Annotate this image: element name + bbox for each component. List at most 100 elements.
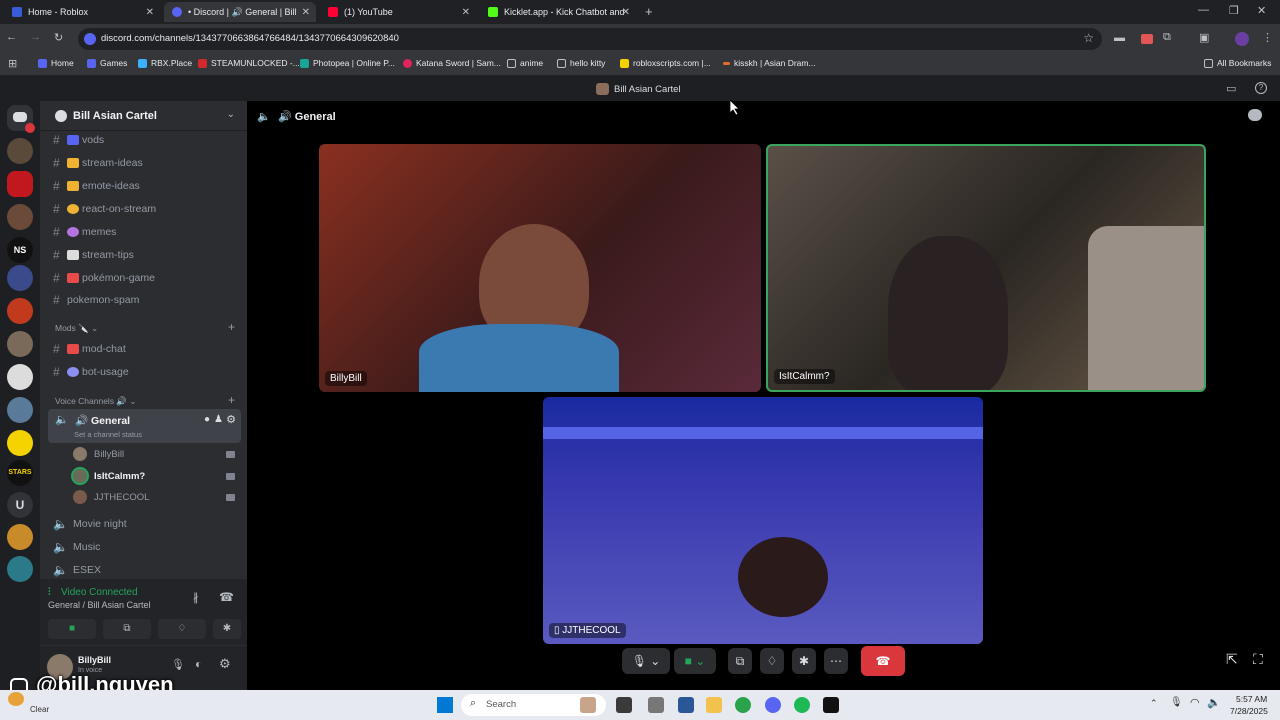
bookmark-photopea[interactable]: Photopea | Online P... xyxy=(300,58,395,68)
taskbar-app-icon[interactable] xyxy=(823,697,839,713)
bookmark-folder-hello-kitty[interactable]: hello kitty xyxy=(557,58,605,68)
server-icon-10[interactable] xyxy=(7,430,33,456)
microphone-icon[interactable]: 🎙 xyxy=(171,658,185,671)
channel-react-on-stream[interactable]: # react-on-stream xyxy=(53,202,156,216)
apps-grid-icon[interactable]: ⊞ xyxy=(8,57,17,70)
popout-icon[interactable]: ⇱ xyxy=(1226,651,1238,668)
invite-icon[interactable]: ♟ xyxy=(214,414,223,425)
server-icon-7[interactable] xyxy=(7,331,33,357)
bookmark-robloxscripts[interactable]: robloxscripts.com |... xyxy=(620,58,711,68)
chevron-up-icon[interactable]: ⌃ xyxy=(1150,698,1158,709)
soundboard-button[interactable]: ✱ xyxy=(792,648,816,674)
add-channel-icon[interactable]: + xyxy=(228,320,235,334)
more-options-button[interactable]: ⋯ xyxy=(824,648,848,674)
taskbar-app-avatar-icon[interactable] xyxy=(580,697,596,713)
bookmark-katana[interactable]: Katana Sword | Sam... xyxy=(403,58,501,68)
site-info-icon[interactable] xyxy=(84,33,96,45)
bookmark-games[interactable]: Games xyxy=(87,58,127,68)
screen-share-button[interactable]: ⧉ xyxy=(728,648,752,674)
chat-toggle-icon[interactable] xyxy=(1248,109,1262,121)
voice-channel-general[interactable]: 🔈 🔊 General Set a channel status ● ♟ ⚙ xyxy=(48,409,241,443)
voice-channel-movie-night[interactable]: 🔈 Movie night xyxy=(53,517,127,531)
volume-icon[interactable]: 🔈 xyxy=(1207,696,1221,709)
video-tile-jjthecool[interactable]: ▯ JJTHECOOL xyxy=(543,397,983,644)
channel-mod-chat[interactable]: # mod-chat xyxy=(53,342,126,356)
settings-gear-icon[interactable]: ⚙ xyxy=(226,413,236,426)
weather-icon[interactable] xyxy=(8,692,24,706)
add-channel-icon[interactable]: + xyxy=(228,393,235,407)
wifi-icon[interactable]: ◠ xyxy=(1190,696,1200,709)
video-tile-isitcalmm[interactable]: IsItCalmm? xyxy=(766,144,1206,392)
new-tab-icon[interactable]: + xyxy=(645,4,653,19)
server-icon-2[interactable] xyxy=(7,171,33,197)
noise-suppression-icon[interactable]: ∦ xyxy=(193,591,199,604)
soundboard-button[interactable]: ✱ xyxy=(213,619,241,639)
bookmark-kisskh[interactable]: kisskh | Asian Dram... xyxy=(723,58,816,68)
microphone-tray-icon[interactable]: 🎙 xyxy=(1170,697,1183,708)
disconnect-icon[interactable]: ☎ xyxy=(219,590,234,604)
tab-kicklet[interactable]: Kicklet.app - Kick Chatbot and ✕ xyxy=(480,2,636,22)
taskbar-app-icon[interactable] xyxy=(648,697,664,713)
channel-vods[interactable]: # vods xyxy=(53,133,104,147)
camera-button[interactable]: ■ ⌄ xyxy=(674,648,716,674)
bookmark-star-icon[interactable]: ☆ xyxy=(1083,31,1094,45)
tab-roblox[interactable]: Home - Roblox ✕ xyxy=(4,2,160,22)
bookmark-home[interactable]: Home xyxy=(38,58,74,68)
extension-icon[interactable]: ▬ xyxy=(1114,32,1125,44)
category-voice-channels[interactable]: Voice Channels 🔊 ⌄ xyxy=(55,396,137,407)
direct-messages-icon[interactable] xyxy=(7,105,35,133)
inbox-icon[interactable]: ▭ xyxy=(1226,82,1236,95)
server-icon-8[interactable] xyxy=(7,364,33,390)
close-tab-icon[interactable]: ✕ xyxy=(622,7,630,18)
channel-memes[interactable]: # memes xyxy=(53,225,116,239)
user-settings-gear-icon[interactable]: ⚙ xyxy=(219,656,231,672)
camera-toggle-button[interactable]: ■ xyxy=(48,619,96,639)
bookmark-folder-anime[interactable]: anime xyxy=(507,58,543,68)
server-icon-9[interactable] xyxy=(7,397,33,423)
back-icon[interactable]: ← xyxy=(6,31,17,43)
channel-bot-usage[interactable]: # bot-usage xyxy=(53,365,129,379)
end-call-button[interactable]: ☎ xyxy=(861,646,905,676)
screen-share-button[interactable]: ⧉ xyxy=(103,619,151,639)
video-tile-billybill[interactable]: BillyBill xyxy=(319,144,761,392)
voice-user-billybill[interactable]: BillyBill xyxy=(73,447,124,461)
windows-start-icon[interactable] xyxy=(437,697,453,713)
channel-pokemon-game[interactable]: # pokémon-game xyxy=(53,271,155,285)
help-icon[interactable]: ? xyxy=(1255,82,1267,94)
activities-button[interactable]: ♢ xyxy=(760,648,784,674)
voice-channel-music[interactable]: 🔈 Music xyxy=(53,540,100,554)
all-bookmarks-folder[interactable]: All Bookmarks xyxy=(1204,58,1271,68)
microphone-button[interactable]: 🎙 ⌄ xyxy=(622,648,670,674)
file-explorer-icon[interactable] xyxy=(706,697,722,713)
server-icon-3[interactable] xyxy=(7,204,33,230)
url-input[interactable]: discord.com/channels/1343770663864766484… xyxy=(78,28,1102,50)
activities-button[interactable]: ♢ xyxy=(158,619,206,639)
voice-user-isitcalmm[interactable]: IsItCalmm? xyxy=(73,469,145,483)
close-tab-icon[interactable]: ✕ xyxy=(146,7,154,18)
chrome-icon[interactable] xyxy=(735,697,751,713)
fullscreen-icon[interactable]: ⛶ xyxy=(1253,651,1263,668)
headphones-icon[interactable]: ◐ xyxy=(195,657,202,671)
server-icon-14[interactable] xyxy=(7,556,33,582)
channel-pokemon-spam[interactable]: # pokemon-spam xyxy=(53,293,139,307)
forward-icon[interactable]: → xyxy=(30,31,41,43)
server-icon-1[interactable] xyxy=(7,138,33,164)
chat-bubble-icon[interactable]: ● xyxy=(204,414,210,425)
channel-emote-ideas[interactable]: # emote-ideas xyxy=(53,179,140,193)
bookmark-steamunlocked[interactable]: STEAMUNLOCKED -... xyxy=(198,58,300,68)
puzzle-extensions-icon[interactable]: ⧉ xyxy=(1163,31,1171,44)
category-mods[interactable]: Mods 🔪 ⌄ xyxy=(55,323,98,334)
channel-stream-tips[interactable]: # stream-tips xyxy=(53,248,134,262)
server-icon-u[interactable]: U xyxy=(7,492,33,518)
server-icon-ns[interactable]: NS xyxy=(7,237,33,263)
discord-taskbar-icon[interactable] xyxy=(765,697,781,713)
server-icon-5[interactable] xyxy=(7,265,33,291)
server-icon-6[interactable] xyxy=(7,298,33,324)
close-tab-icon[interactable]: ✕ xyxy=(462,7,470,18)
task-view-icon[interactable] xyxy=(616,697,632,713)
menu-kebab-icon[interactable]: ⋮ xyxy=(1262,31,1273,44)
profile-avatar[interactable] xyxy=(1235,32,1249,46)
voice-user-jjthecool[interactable]: JJTHECOOL xyxy=(73,490,149,504)
voice-channel-esex[interactable]: 🔈 ESEX xyxy=(53,563,101,577)
server-icon-stars[interactable]: STARS xyxy=(7,460,33,486)
